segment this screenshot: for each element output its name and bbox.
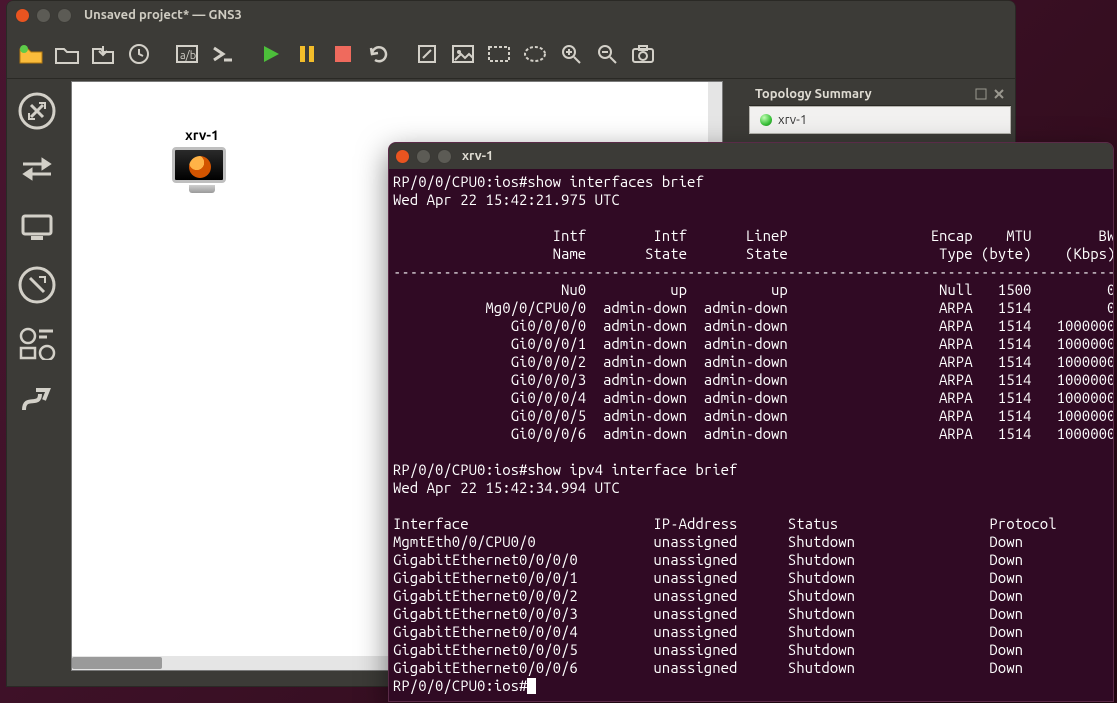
stop-all-button[interactable] [327,38,359,70]
topology-node-row[interactable]: xrv-1 [760,113,1000,127]
window-maximize-button[interactable] [57,8,72,23]
panel-detach-icon[interactable] [975,88,987,100]
topology-summary-body: xrv-1 [749,106,1011,134]
all-devices-category-button[interactable] [13,319,61,367]
gns3-toolbar: a/b [7,29,1015,79]
gns3-title-text: Unsaved project* — GNS3 [84,8,242,22]
panel-title-text: Topology Summary [755,87,872,101]
open-project-button[interactable] [51,38,83,70]
svg-text:a/b: a/b [180,50,196,62]
host-icon [172,147,232,197]
routers-category-button[interactable] [13,87,61,135]
draw-rect-button[interactable] [483,38,515,70]
window-close-button[interactable] [15,8,30,23]
screenshot-button[interactable] [627,38,659,70]
switches-category-button[interactable] [13,145,61,193]
window-minimize-button[interactable] [36,8,51,23]
term-minimize-button[interactable] [416,149,431,164]
show-labels-button[interactable]: a/b [171,38,203,70]
add-link-button[interactable] [13,377,61,425]
end-devices-category-button[interactable] [13,203,61,251]
gns3-titlebar[interactable]: Unsaved project* — GNS3 [7,1,1015,29]
save-project-button[interactable] [87,38,119,70]
topology-node-name: xrv-1 [778,113,807,127]
security-devices-category-button[interactable] [13,261,61,309]
pause-all-button[interactable] [291,38,323,70]
term-close-button[interactable] [395,149,410,164]
snapshot-button[interactable] [123,38,155,70]
add-note-button[interactable] [411,38,443,70]
term-maximize-button[interactable] [437,149,452,164]
console-all-button[interactable] [207,38,239,70]
status-running-icon [760,114,772,126]
terminal-output[interactable]: RP/0/0/CPU0:ios#show interfaces brief We… [389,169,1113,701]
reload-all-button[interactable] [363,38,395,70]
zoom-in-button[interactable] [555,38,587,70]
node-xrv-1[interactable]: xrv-1 [172,127,232,197]
terminal-window[interactable]: xrv-1 RP/0/0/CPU0:ios#show interfaces br… [388,142,1114,702]
topology-summary-title: Topology Summary [749,83,1011,106]
draw-ellipse-button[interactable] [519,38,551,70]
node-label: xrv-1 [172,127,232,143]
zoom-out-button[interactable] [591,38,623,70]
device-dock [7,79,67,686]
term-title-text: xrv-1 [462,149,493,163]
panel-close-icon[interactable] [993,88,1005,100]
insert-image-button[interactable] [447,38,479,70]
terminal-titlebar[interactable]: xrv-1 [389,143,1113,169]
start-all-button[interactable] [255,38,287,70]
new-project-button[interactable] [15,38,47,70]
